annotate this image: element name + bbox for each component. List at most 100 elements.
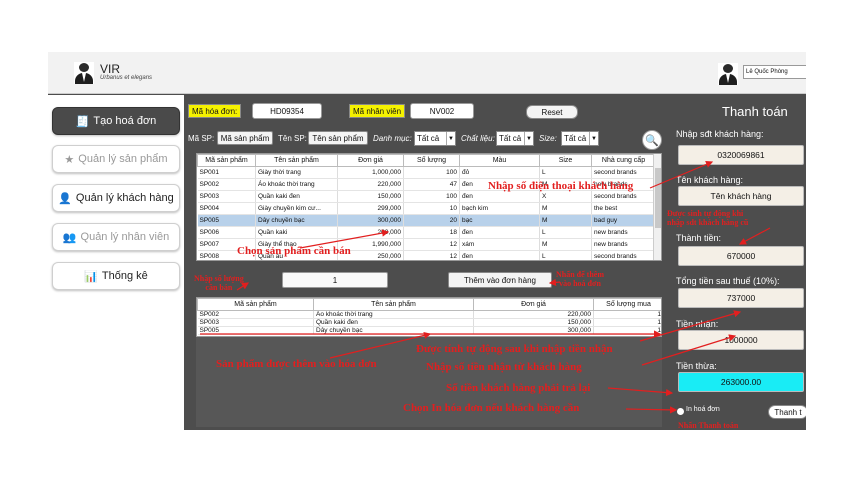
staff-icon: 👥: [62, 231, 77, 244]
category-label: Danh mục:: [373, 134, 412, 143]
total-field: 737000: [678, 288, 804, 308]
table-cell: Áo khoác thời trang: [255, 178, 338, 191]
table-cell: 150,000: [473, 318, 594, 327]
table-cell: 10: [403, 202, 460, 215]
table-cell: xám: [459, 238, 540, 251]
product-id-input[interactable]: Mã sản phẩm: [217, 131, 273, 145]
table-row[interactable]: SP003 Quần kaki đen 150,000 100 đen Xsecond b…: [197, 190, 656, 203]
phone-label: Nhập sđt khách hàng:: [676, 129, 764, 139]
sidebar-item-label: Tạo hoá đơn: [93, 115, 157, 127]
category-select[interactable]: Tất cả ▼: [414, 131, 456, 146]
table-cell: new brands: [591, 238, 656, 251]
quantity-input[interactable]: 1: [282, 272, 388, 288]
size-label: Size:: [539, 134, 557, 143]
table-cell: 12: [403, 250, 460, 260]
phone-input[interactable]: 0320069861: [678, 145, 804, 165]
add-to-order-button[interactable]: Thêm vào đơn hàng: [448, 272, 552, 288]
table-cell: 100: [403, 190, 460, 203]
table-row[interactable]: SP002 Áo khoác thời trang 220,000 1: [197, 310, 661, 319]
table-cell: 12: [403, 238, 460, 251]
table-cell: Dây chuyền bạc: [255, 214, 338, 227]
column-header[interactable]: Mã sản phẩm: [197, 154, 256, 167]
table-cell: Áo khoác thời trang: [313, 310, 474, 319]
material-value: Tất cả: [499, 134, 522, 143]
table-cell: M: [539, 238, 592, 251]
table-row[interactable]: SP005 Dây chuyền bạc 300,000 20 bạc Mbad guy: [197, 214, 656, 227]
table-cell: bạc: [459, 214, 540, 227]
product-id-label: Mã SP:: [188, 134, 215, 143]
annotation-change: Số tiền khách hàng phải trả lại: [446, 382, 591, 394]
table-row[interactable]: SP005 Dây chuyền bạc 300,000 1: [197, 326, 661, 335]
table-cell: 1: [593, 310, 661, 319]
column-header[interactable]: Màu: [459, 154, 540, 167]
table-cell: Giày chuyền kim cư...: [255, 202, 338, 215]
table-row[interactable]: SP004 Giày chuyền kim cư... 299,000 10 bạch …: [197, 202, 656, 215]
table-cell: Quần kaki: [255, 226, 338, 239]
change-label: Tiền thừa:: [676, 361, 717, 371]
table-cell: bad guy: [591, 214, 656, 227]
table-cell: 300,000: [473, 326, 594, 335]
invoice-icon: 🧾: [75, 115, 90, 128]
scrollbar-thumb[interactable]: [655, 168, 661, 228]
column-header[interactable]: Tên sản phẩm: [255, 154, 338, 167]
material-label: Chất liệu:: [461, 134, 495, 143]
table-row[interactable]: SP006 Quần kaki 200,000 18 đen Lnew brands: [197, 226, 656, 239]
table-cell: SP002: [197, 178, 256, 191]
table-cell: bạch kim: [459, 202, 540, 215]
sidebar-item-label: Quản lý sản phẩm: [78, 153, 168, 165]
chevron-down-icon: ▼: [589, 132, 598, 145]
table-cell: X: [539, 190, 592, 203]
column-header[interactable]: Tên sản phẩm: [313, 298, 474, 311]
column-header[interactable]: Đơn giá: [473, 298, 594, 311]
category-value: Tất cả: [417, 134, 440, 143]
sidebar-item-customers[interactable]: 👤 Quản lý khách hàng: [52, 184, 180, 212]
change-field: 263000.00: [678, 372, 804, 392]
table-cell: SP005: [197, 326, 314, 335]
table-cell: 1: [593, 326, 661, 335]
reset-button[interactable]: Reset: [526, 105, 578, 119]
sidebar-item-statistics[interactable]: 📊 Thống kê: [52, 262, 180, 290]
table-cell: 18: [403, 226, 460, 239]
brand-slogan: Urbanus et elegans: [100, 75, 153, 81]
sidebar-item-create-invoice[interactable]: 🧾 Tạo hoá đơn: [52, 107, 180, 135]
staff-id-label: Mã nhân viên: [349, 104, 406, 118]
column-header[interactable]: Số lượng: [403, 154, 460, 167]
table-cell: M: [539, 202, 592, 215]
app-window: VIR Urbanus et elegans Lê Quốc Phòng 🧾 T…: [48, 52, 806, 430]
star-icon: ★: [64, 153, 75, 166]
search-button[interactable]: 🔍: [642, 130, 662, 150]
subtotal-field: 670000: [678, 246, 804, 266]
table-cell: 150,000: [337, 190, 404, 203]
invoice-main: Mã hóa đơn: HD09354 Mã nhân viên NV002 R…: [184, 95, 670, 430]
table-cell: L: [539, 250, 592, 260]
print-invoice-radio[interactable]: [677, 408, 684, 415]
table-cell: 299,000: [337, 202, 404, 215]
received-input[interactable]: 1000000: [678, 330, 804, 350]
product-name-input[interactable]: Tên sản phẩm: [308, 131, 368, 145]
total-label: Tổng tiền sau thuế (10%):: [676, 276, 780, 286]
size-select[interactable]: Tất cả ▼: [561, 131, 599, 146]
column-header[interactable]: Size: [539, 154, 592, 167]
table-row[interactable]: SP003 Quần kaki đen 150,000 1: [197, 318, 661, 327]
table-cell: đen: [459, 190, 540, 203]
column-header[interactable]: Đơn giá: [337, 154, 404, 167]
material-select[interactable]: Tất cả ▼: [496, 131, 534, 146]
payment-panel: Thanh toán Nhập sđt khách hàng: 03200698…: [670, 95, 806, 430]
table-cell: 1,000,000: [337, 166, 404, 179]
cart-table[interactable]: Mã sản phẩm Tên sản phẩm Đơn giá Số lượng m…: [196, 297, 662, 337]
column-header[interactable]: Nhà cung cấp: [591, 154, 656, 167]
products-scrollbar[interactable]: [653, 154, 661, 260]
column-header[interactable]: Mã sản phẩm: [197, 298, 314, 311]
pay-button[interactable]: Thanh t: [768, 405, 806, 419]
sidebar-item-staff[interactable]: 👥 Quản lý nhân viên: [52, 223, 180, 251]
table-row[interactable]: SP001 Giày thời trang 1,000,000 100 đỏ Lsecon…: [197, 166, 656, 179]
brand-name: VIR: [100, 62, 121, 76]
table-cell: L: [539, 226, 592, 239]
annotation-add: Nhấn để thêm vào hoá đơn: [556, 270, 605, 288]
column-header[interactable]: Số lượng mua: [593, 298, 661, 311]
table-cell: Giày thời trang: [255, 166, 338, 179]
sidebar-item-products[interactable]: ★ Quản lý sản phẩm: [52, 145, 180, 173]
table-cell: 220,000: [337, 178, 404, 191]
table-cell: đỏ: [459, 166, 540, 179]
table-cell: SP006: [197, 226, 256, 239]
